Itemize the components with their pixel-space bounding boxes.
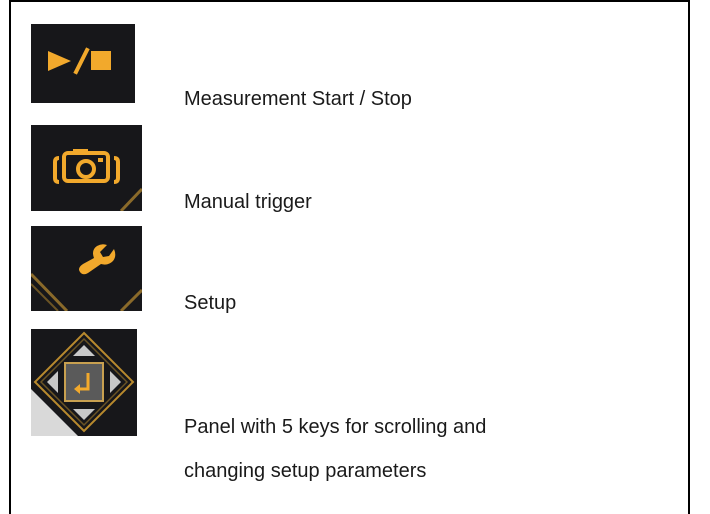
label-panel-keys-line2: changing setup parameters: [184, 460, 427, 482]
play-stop-icon: [31, 24, 135, 103]
label-panel-keys-line1: Panel with 5 keys for scrolling and: [184, 416, 487, 438]
wrench-icon: [31, 226, 142, 311]
navigation-pad-icon: [31, 329, 137, 436]
camera-icon: [31, 125, 142, 211]
label-setup: Setup: [184, 292, 237, 314]
label-measurement-start-stop: Measurement Start / Stop: [184, 88, 412, 110]
label-manual-trigger: Manual trigger: [184, 191, 312, 213]
